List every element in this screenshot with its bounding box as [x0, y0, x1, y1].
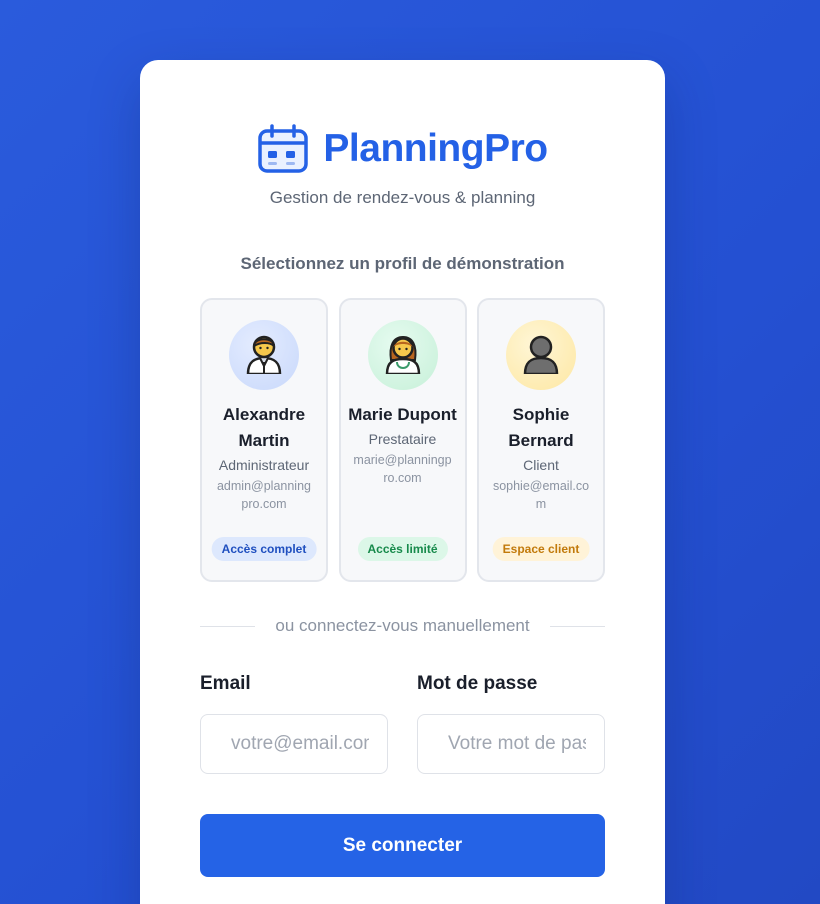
divider-text: ou connectez-vous manuellement: [275, 616, 530, 635]
profile-role: Administrateur: [218, 457, 310, 473]
demo-profile-list: Alexandre Martin Administrateur admin@pl…: [200, 298, 605, 582]
woman-health-worker-icon: [383, 332, 423, 379]
avatar: [229, 320, 299, 390]
app-subtitle: Gestion de rendez-vous & planning: [269, 188, 536, 207]
access-badge: Espace client: [492, 537, 590, 561]
email-label: Email: [200, 673, 251, 694]
login-button[interactable]: Se connecter: [200, 814, 605, 877]
password-field[interactable]: [417, 714, 605, 774]
email-field[interactable]: [200, 714, 388, 774]
password-group: Mot de passe: [417, 673, 605, 774]
profile-name: Alexandre Martin: [222, 405, 306, 450]
profile-email: marie@planningpro.com: [353, 453, 452, 485]
login-form: Email Mot de passe: [200, 673, 605, 774]
divider-line: [549, 625, 606, 627]
profile-email: sophie@email.com: [492, 479, 590, 511]
avatar: [506, 320, 576, 390]
profile-role: Prestataire: [368, 431, 437, 447]
profile-name: Sophie Bernard: [508, 405, 574, 450]
profile-card-admin[interactable]: Alexandre Martin Administrateur admin@pl…: [200, 298, 328, 582]
divider-line: [200, 625, 256, 627]
man-office-worker-icon: [244, 332, 284, 379]
profile-role: Client: [523, 457, 559, 473]
brand-header: PlanningPro: [140, 124, 665, 174]
avatar: [367, 320, 438, 390]
email-group: Email: [200, 673, 388, 774]
password-label: Mot de passe: [417, 673, 538, 694]
calendar-icon: [257, 124, 309, 174]
app-title: PlanningPro: [323, 127, 548, 170]
login-card: PlanningPro Gestion de rendez-vous & pla…: [140, 60, 665, 904]
profile-card-client[interactable]: Sophie Bernard Client sophie@email.com E…: [477, 298, 605, 582]
profile-email: admin@planningpro.com: [216, 479, 311, 511]
access-badge: Accès complet: [211, 537, 317, 561]
profile-card-provider[interactable]: Marie Dupont Prestataire marie@planningp…: [338, 298, 467, 582]
manual-login-divider: ou connectez-vous manuellement: [200, 616, 606, 636]
demo-profiles-heading: Sélectionnez un profil de démonstration: [240, 254, 565, 273]
person-silhouette-icon: [521, 332, 561, 379]
access-badge: Accès limité: [357, 537, 448, 561]
profile-name: Marie Dupont: [348, 405, 457, 424]
